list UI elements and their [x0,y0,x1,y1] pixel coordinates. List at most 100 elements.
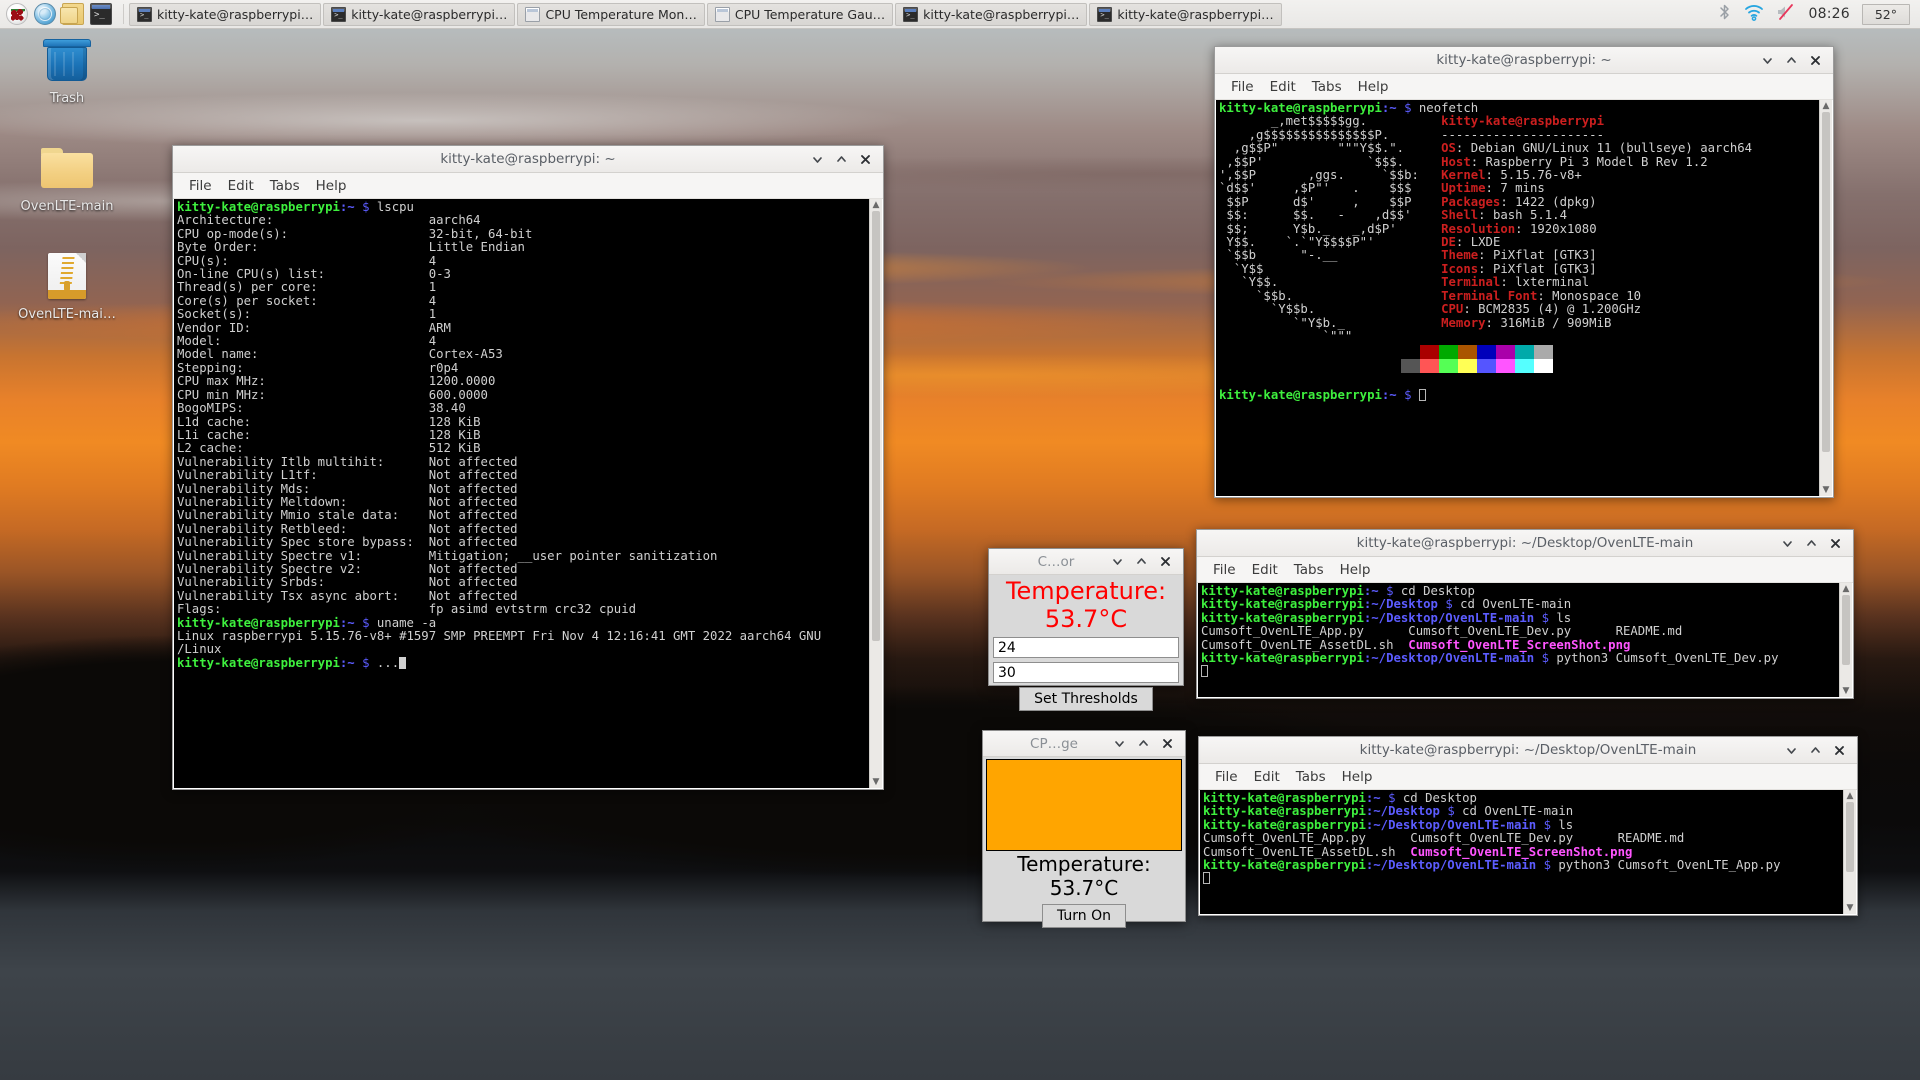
folders-icon[interactable] [60,3,84,25]
scroll-up-arrow[interactable]: ▲ [1843,583,1850,595]
desktop-icon-trash[interactable]: Trash [12,32,122,106]
maximize-button[interactable] [1135,555,1148,568]
window-terminal-ovenlte-app[interactable]: kitty-kate@raspberrypi: ~/Desktop/OvenLT… [1198,736,1858,916]
menu-edit[interactable]: Edit [1244,560,1286,580]
menu-help[interactable]: Help [308,176,355,196]
maximize-button[interactable] [1137,737,1150,750]
taskbar-task-button[interactable]: kitty-kate@raspberrypi… [1089,2,1282,26]
scroll-down-arrow[interactable]: ▼ [1847,902,1854,914]
titlebar[interactable]: kitty-kate@raspberrypi: ~/Desktop/OvenLT… [1199,737,1857,764]
taskbar-task-button[interactable]: kitty-kate@raspberrypi… [895,2,1088,26]
taskbar-launchers[interactable] [0,3,118,25]
cpu-temp-tray[interactable]: 52° [1861,3,1910,25]
scroll-down-arrow[interactable]: ▼ [1843,685,1850,697]
menubar[interactable]: File Edit Tabs Help [1197,557,1853,583]
close-button[interactable] [1161,737,1174,750]
scrollbar-thumb[interactable] [1846,802,1854,872]
menu-help[interactable]: Help [1334,767,1381,787]
maximize-button[interactable] [1805,537,1818,550]
taskbar-task-button[interactable]: CPU Temperature Gau… [706,2,894,26]
terminal-scrollbar[interactable]: ▲ ▼ [1839,583,1852,697]
titlebar[interactable]: C…or [989,549,1183,575]
menu-help[interactable]: Help [1350,77,1397,97]
terminal-text: kitty-kate@raspberrypi:~ $ neofetch _,me… [1216,100,1832,405]
close-button[interactable] [1159,555,1172,568]
window-cpu-temperature-monitor[interactable]: C…or Temperature: 53.7°C 24 30 Set Thres… [988,548,1184,711]
titlebar[interactable]: kitty-kate@raspberrypi: ~/Desktop/OvenLT… [1197,530,1853,557]
toggle-power-button[interactable]: Turn On [1041,904,1127,928]
wifi-icon[interactable] [1744,3,1764,25]
menubar[interactable]: File Edit Tabs Help [173,173,883,199]
scrollbar-thumb[interactable] [1842,595,1850,665]
taskbar[interactable]: kitty-kate@raspberrypi… kitty-kate@raspbe… [0,0,1920,29]
menu-file[interactable]: File [1205,560,1244,580]
maximize-button[interactable] [1809,744,1822,757]
terminal-output-area[interactable]: kitty-kate@raspberrypi:~ $ neofetch _,me… [1215,100,1833,497]
minimize-button[interactable] [1111,555,1124,568]
terminal-output-area[interactable]: kitty-kate@raspberrypi:~ $ cd Desktop ki… [1199,790,1857,915]
menubar[interactable]: File Edit Tabs Help [1199,764,1857,790]
scrollbar-thumb[interactable] [1822,112,1830,452]
volume-muted-icon[interactable] [1776,3,1796,25]
scroll-down-arrow[interactable]: ▼ [873,776,880,788]
scroll-down-arrow[interactable]: ▼ [1823,484,1830,496]
menu-edit[interactable]: Edit [1262,77,1304,97]
window-cpu-temperature-gauge[interactable]: CP…ge Temperature: 53.7°C Turn On [982,730,1186,928]
palette-swatch [1477,345,1496,360]
close-button[interactable] [1809,54,1822,67]
high-threshold-input[interactable]: 30 [993,662,1179,683]
terminal-output-area[interactable]: kitty-kate@raspberrypi:~ $ cd Desktop ki… [1197,583,1853,698]
minimize-button[interactable] [1781,537,1794,550]
scrollbar-thumb[interactable] [872,211,880,641]
menu-file[interactable]: File [1207,767,1246,787]
menu-edit[interactable]: Edit [220,176,262,196]
clock[interactable]: 08:26 [1808,6,1849,22]
desktop-icon-ovenlte-folder[interactable]: OvenLTE-main [12,140,122,214]
globe-icon[interactable] [34,3,56,25]
taskbar-task-button[interactable]: kitty-kate@raspberrypi… [129,2,322,26]
minimize-button[interactable] [1785,744,1798,757]
close-button[interactable] [1829,537,1842,550]
menubar[interactable]: File Edit Tabs Help [1215,74,1833,100]
terminal-scrollbar[interactable]: ▲ ▼ [1819,100,1832,496]
window-terminal-ovenlte-dev[interactable]: kitty-kate@raspberrypi: ~/Desktop/OvenLT… [1196,529,1854,699]
palette-swatch [1439,359,1458,374]
minimize-button[interactable] [1113,737,1126,750]
maximize-button[interactable] [1785,54,1798,67]
desktop-icon-ovenlte-archive[interactable]: OvenLTE-mai… [12,248,122,322]
system-tray[interactable]: 08:26 52° [1717,3,1920,25]
taskbar-window-list[interactable]: kitty-kate@raspberrypi… kitty-kate@raspbe… [129,2,1717,26]
raspberry-icon[interactable] [6,3,28,25]
menu-tabs[interactable]: Tabs [262,176,308,196]
terminal-scrollbar[interactable]: ▲ ▼ [869,199,882,788]
menu-file[interactable]: File [181,176,220,196]
menu-edit[interactable]: Edit [1246,767,1288,787]
set-thresholds-button[interactable]: Set Thresholds [1019,687,1153,711]
palette-swatch [1515,359,1534,374]
menu-tabs[interactable]: Tabs [1304,77,1350,97]
scroll-up-arrow[interactable]: ▲ [873,199,880,211]
terminal-output-area[interactable]: kitty-kate@raspberrypi:~ $ lscpu Archite… [173,199,883,789]
menu-tabs[interactable]: Tabs [1288,767,1334,787]
bluetooth-icon[interactable] [1717,3,1732,25]
minimize-button[interactable] [1761,54,1774,67]
low-threshold-input[interactable]: 24 [993,637,1179,658]
titlebar[interactable]: kitty-kate@raspberrypi: ~ [1215,47,1833,74]
window-terminal-neofetch[interactable]: kitty-kate@raspberrypi: ~ File Edit Tabs… [1214,46,1834,498]
minimize-button[interactable] [811,153,824,166]
maximize-button[interactable] [835,153,848,166]
terminal-scrollbar[interactable]: ▲ ▼ [1843,790,1856,914]
close-button[interactable] [1833,744,1846,757]
menu-tabs[interactable]: Tabs [1286,560,1332,580]
titlebar[interactable]: CP…ge [983,731,1185,757]
window-terminal-lscpu[interactable]: kitty-kate@raspberrypi: ~ File Edit Tabs… [172,145,884,790]
scroll-up-arrow[interactable]: ▲ [1847,790,1854,802]
taskbar-task-button[interactable]: kitty-kate@raspberrypi… [323,2,516,26]
taskbar-task-button[interactable]: CPU Temperature Mon… [517,2,705,26]
menu-file[interactable]: File [1223,77,1262,97]
menu-help[interactable]: Help [1332,560,1379,580]
close-button[interactable] [859,153,872,166]
terminal-icon[interactable] [90,3,112,25]
scroll-up-arrow[interactable]: ▲ [1823,100,1830,112]
titlebar[interactable]: kitty-kate@raspberrypi: ~ [173,146,883,173]
